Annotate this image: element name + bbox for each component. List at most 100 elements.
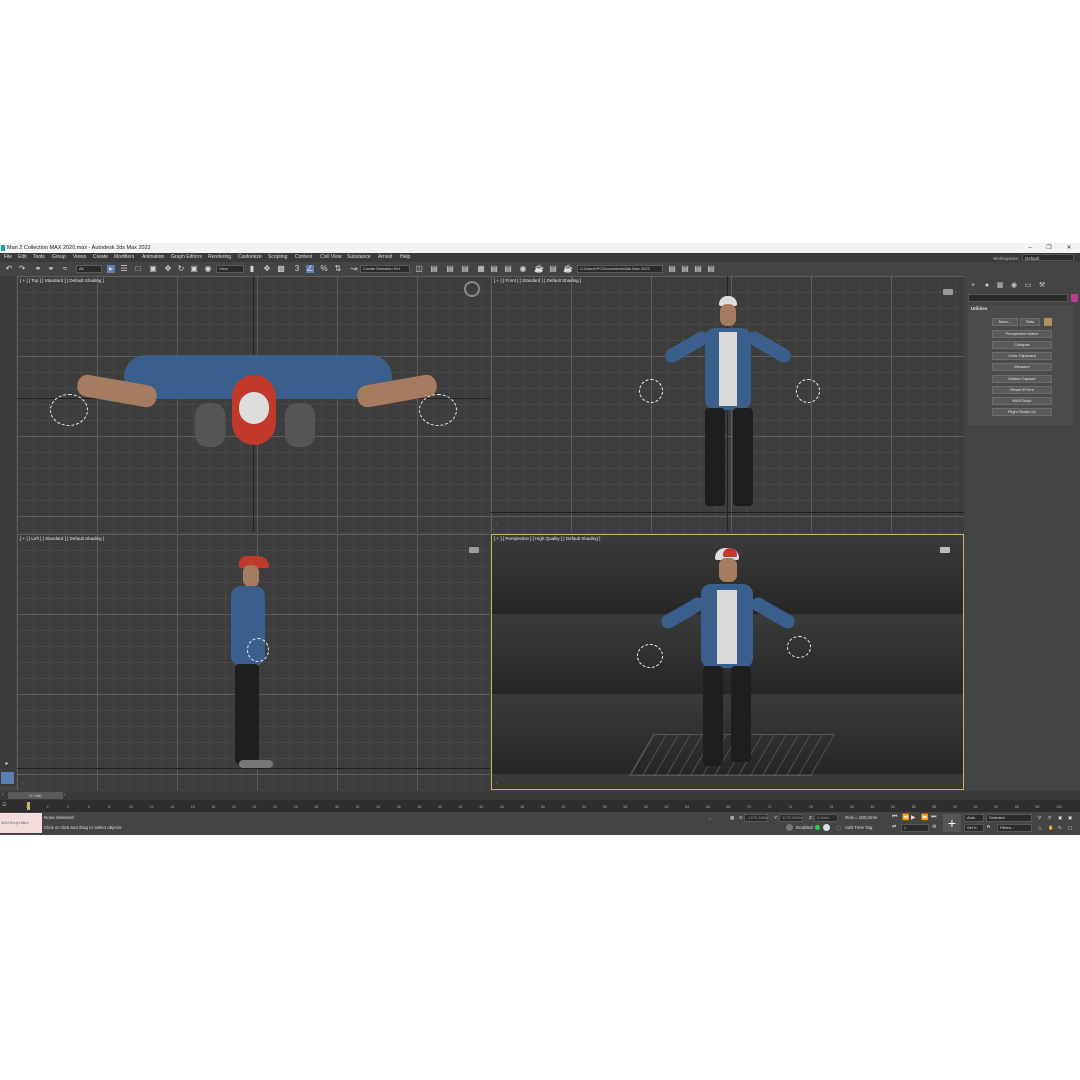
orbit-icon[interactable]: ↻	[1058, 825, 1062, 831]
menu-views[interactable]: Views	[73, 253, 86, 262]
maxscript-listener[interactable]: MAXScript Mini	[0, 813, 42, 833]
slider-left-arrow-icon[interactable]: ‹	[2, 792, 7, 799]
object-name-field[interactable]	[968, 294, 1068, 302]
restore-button[interactable]: ❐	[1042, 243, 1056, 253]
flight-studio-button[interactable]: Flight Studio (c)	[992, 408, 1052, 416]
undo-icon[interactable]: ↶	[5, 265, 13, 273]
curve-editor-icon[interactable]: ▤	[490, 265, 498, 273]
time-tag-icon[interactable]	[786, 824, 793, 831]
set-key-button[interactable]: Set K.	[964, 824, 984, 832]
key-set-dropdown[interactable]: Selected	[986, 814, 1032, 822]
viewcube-icon[interactable]	[943, 289, 953, 295]
zoom-extents-all-icon[interactable]: ▣	[1068, 815, 1072, 821]
mini-curve-editor-icon[interactable]: ☰	[2, 802, 14, 810]
viewport-left-label[interactable]: [ + ] [ Left ] [ Standard ] [ Default Sh…	[20, 536, 104, 541]
layer-explorer-icon[interactable]: ▤	[461, 265, 469, 273]
menu-group[interactable]: Group	[52, 253, 66, 262]
move-icon[interactable]: ✥	[164, 265, 172, 273]
next-frame-icon[interactable]: ⏩	[921, 814, 928, 821]
viewport-perspective-label[interactable]: [ + ] [ Perspective ] [ High Quality ] […	[494, 536, 600, 541]
viewcube-icon[interactable]	[464, 281, 480, 297]
keyboard-shortcut-icon[interactable]: ▩	[277, 265, 285, 273]
perspective-match-button[interactable]: Perspective Match	[992, 330, 1052, 338]
viewport-top[interactable]: [ + ] [ Top ] [ Standard ] [ Default Sha…	[17, 276, 490, 532]
slider-right-arrow-icon[interactable]: ›	[64, 792, 69, 799]
rect-selection-icon[interactable]: □	[134, 265, 142, 273]
edit-named-selection-icon[interactable]: ↝	[350, 265, 358, 273]
spinner-snap-icon[interactable]: ⇅	[334, 265, 342, 273]
configure-button-sets-icon[interactable]	[1044, 318, 1052, 326]
percent-snap-icon[interactable]: %	[320, 265, 328, 273]
redo-icon[interactable]: ↷	[18, 265, 26, 273]
select-object-icon[interactable]: ▸	[107, 265, 115, 273]
collapse-button[interactable]: Collapse	[992, 341, 1052, 349]
key-filters-icon[interactable]: ⍾	[987, 824, 990, 829]
unlink-icon[interactable]: ⚭	[47, 265, 55, 273]
key-filters-button[interactable]: Filters...	[997, 824, 1032, 832]
y-coordinate-field[interactable]: 1270,069m	[779, 814, 803, 822]
viewport-layout-icon[interactable]	[1, 772, 14, 784]
select-manipulate-icon[interactable]: ✥	[263, 265, 271, 273]
snaps-toggle-icon[interactable]: 3	[293, 265, 301, 273]
pivot-center-icon[interactable]: ▮	[248, 265, 256, 273]
menu-file[interactable]: File	[4, 253, 12, 262]
bind-space-warp-icon[interactable]: ≈	[61, 265, 69, 273]
zoom-extents-icon[interactable]: ▣	[1058, 815, 1062, 821]
workspace-selector[interactable]: Workspaces: Default	[993, 254, 1074, 261]
menu-edit[interactable]: Edit	[18, 253, 27, 262]
viewport-front-label[interactable]: [ + ] [ Front ] [ Standard ] [ Default S…	[494, 278, 581, 283]
z-coordinate-field[interactable]: 0,0mm	[814, 814, 838, 822]
workspace-dropdown[interactable]: Default	[1022, 254, 1074, 261]
menu-arnold[interactable]: Arnold	[378, 253, 392, 262]
rendered-frame-window-icon[interactable]: ▤	[549, 265, 557, 273]
hierarchy-tab-icon[interactable]: ▦	[996, 282, 1004, 290]
time-slider-thumb[interactable]: 0 / 100	[8, 792, 63, 799]
menu-rendering[interactable]: Rendering	[208, 253, 231, 262]
menu-civil-view[interactable]: Civil View	[320, 253, 342, 262]
maxscript-button[interactable]: MAXScript	[992, 397, 1052, 405]
named-selection-set-dropdown[interactable]: Create Selection Set	[360, 265, 410, 273]
measure-button[interactable]: Measure	[992, 363, 1052, 371]
place-icon[interactable]: ◉	[204, 265, 212, 273]
selection-filter-dropdown[interactable]: All	[76, 265, 102, 273]
expand-arrow-icon[interactable]: ▸	[3, 760, 11, 768]
menu-graph-editors[interactable]: Graph Editors	[171, 253, 202, 262]
time-configuration-icon[interactable]: ⚙	[932, 824, 936, 830]
menu-scripting[interactable]: Scripting	[268, 253, 287, 262]
angle-snap-icon[interactable]: ∠	[306, 265, 314, 273]
viewport-top-label[interactable]: [ + ] [ Top ] [ Standard ] [ Default Sha…	[20, 278, 104, 283]
toggle-ribbon-icon[interactable]: ▦	[477, 265, 485, 273]
menu-tools[interactable]: Tools	[33, 253, 45, 262]
scene-explorer-icon[interactable]: ▤	[446, 265, 454, 273]
menu-animation[interactable]: Animation	[142, 253, 164, 262]
color-clipboard-button[interactable]: Color Clipboard	[992, 352, 1052, 360]
reset-xform-button[interactable]: Reset XForm	[992, 386, 1052, 394]
enabled-indicator-icon[interactable]	[815, 825, 820, 830]
viewcube-icon[interactable]	[940, 547, 950, 553]
sets-button[interactable]: Sets	[1020, 318, 1040, 326]
save-project-icon[interactable]: ▤	[694, 265, 702, 273]
current-frame-field[interactable]: 0	[901, 824, 929, 832]
project-folder-icon[interactable]: ▤	[668, 265, 676, 273]
x-coordinate-field[interactable]: -1370,469m	[744, 814, 768, 822]
zoom-icon[interactable]: ⚲	[1038, 815, 1041, 821]
mirror-icon[interactable]: ◫	[415, 265, 423, 273]
set-key-icon[interactable]: +	[943, 814, 961, 832]
track-bar[interactable]: ☰ 0 2 4 6 8 10 12 14 16 18 20 22 24 26 28 30 32 34 36 38 40 4…	[0, 800, 1080, 812]
utilities-rollout-title[interactable]: Utilities	[971, 306, 987, 311]
motion-capture-button[interactable]: Motion Capture	[992, 375, 1052, 383]
align-icon[interactable]: ▤	[430, 265, 438, 273]
menu-content[interactable]: Content	[295, 253, 313, 262]
material-editor-icon[interactable]: ◉	[519, 265, 527, 273]
add-time-tag[interactable]: Add Time Tag	[845, 825, 872, 830]
motion-tab-icon[interactable]: ◉	[1010, 282, 1018, 290]
utilities-tab-icon[interactable]: ⚒	[1038, 282, 1046, 290]
project-folder-dropdown[interactable]: C:\Users\PC\Documents\3ds Max 2022	[577, 265, 663, 273]
more-button[interactable]: More...	[992, 318, 1018, 326]
rotate-icon[interactable]: ↻	[177, 265, 185, 273]
viewport-perspective[interactable]: [ + ] [ Perspective ] [ High Quality ] […	[491, 534, 964, 790]
zoom-all-icon[interactable]: ⚲	[1048, 815, 1051, 821]
isolate-selection-icon[interactable]: ▫▫	[708, 816, 711, 821]
close-button[interactable]: ✕	[1062, 243, 1076, 253]
modify-tab-icon[interactable]: ●	[983, 282, 991, 290]
